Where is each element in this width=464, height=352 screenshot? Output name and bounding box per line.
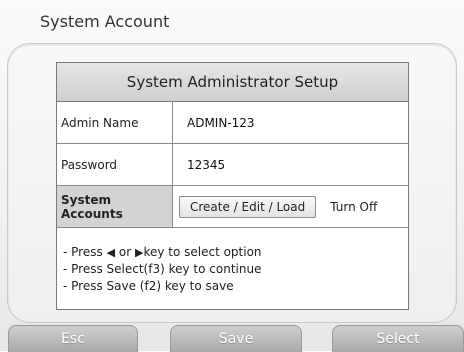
setup-panel: System Administrator Setup Admin Name AD…: [56, 62, 409, 310]
save-button[interactable]: Save: [170, 325, 302, 352]
instruction-line-2: - Press Select(f3) key to continue: [63, 262, 262, 276]
turn-off-option[interactable]: Turn Off: [330, 200, 377, 214]
left-arrow-icon: ◀: [106, 246, 116, 259]
softkey-bar: Esc Save Select: [0, 325, 464, 352]
admin-name-label: Admin Name: [57, 102, 173, 143]
setup-header: System Administrator Setup: [57, 63, 408, 102]
instructions: - Press ◀ or ▶key to select option - Pre…: [57, 228, 408, 295]
instruction-line-3: - Press Save (f2) key to save: [63, 279, 234, 293]
create-edit-load-button[interactable]: Create / Edit / Load: [179, 195, 317, 218]
select-button[interactable]: Select: [332, 325, 464, 352]
esc-button[interactable]: Esc: [8, 325, 138, 352]
password-label: Password: [57, 144, 173, 185]
window-title: System Account: [40, 12, 170, 31]
instruction-text: key to select option: [143, 245, 262, 259]
system-accounts-row[interactable]: System Accounts Create / Edit / Load Tur…: [57, 186, 408, 228]
instruction-or: or: [118, 245, 132, 259]
password-value[interactable]: 12345: [173, 158, 225, 172]
password-row[interactable]: Password 12345: [57, 144, 408, 186]
instruction-line-1: - Press ◀ or ▶key to select option: [63, 244, 408, 261]
admin-name-row[interactable]: Admin Name ADMIN-123: [57, 102, 408, 144]
system-accounts-label[interactable]: System Accounts: [57, 186, 173, 227]
admin-name-value[interactable]: ADMIN-123: [173, 116, 255, 130]
instruction-text: - Press: [63, 245, 103, 259]
